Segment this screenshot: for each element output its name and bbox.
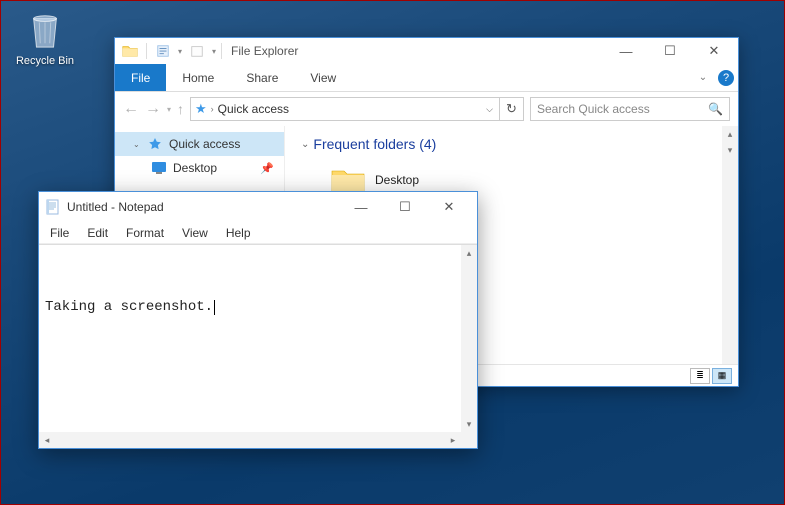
expand-ribbon-icon[interactable]: ⌄ — [692, 64, 714, 91]
refresh-button[interactable]: ↻ — [500, 97, 524, 121]
recycle-bin-desktop-icon[interactable]: Recycle Bin — [15, 9, 75, 67]
scroll-up-icon[interactable]: ▴ — [461, 245, 477, 261]
quick-access-star-icon: ★ — [195, 101, 207, 117]
content-scrollbar[interactable]: ▴ ▾ — [722, 126, 738, 364]
notepad-title: Untitled - Notepad — [67, 200, 164, 214]
folder-icon — [120, 41, 140, 61]
minimize-button[interactable]: — — [604, 38, 648, 64]
separator — [221, 43, 222, 59]
view-icons-button[interactable]: ▦ — [712, 368, 732, 384]
explorer-titlebar[interactable]: ▾ ▾ File Explorer — ☐ ✕ — [115, 38, 738, 64]
menu-edit[interactable]: Edit — [80, 224, 115, 242]
notepad-textarea[interactable]: Taking a screenshot. — [39, 245, 461, 432]
help-button[interactable]: ? — [714, 64, 738, 91]
nav-back-button[interactable]: ← — [123, 100, 139, 118]
menu-view[interactable]: View — [175, 224, 215, 242]
recycle-bin-icon — [26, 9, 64, 51]
text-cursor — [214, 300, 215, 315]
section-frequent-folders[interactable]: ⌄ Frequent folders (4) — [301, 136, 722, 152]
notepad-menubar: File Edit Format View Help — [39, 222, 477, 244]
notepad-titlebar[interactable]: Untitled - Notepad — ☐ ✕ — [39, 192, 477, 222]
close-button[interactable]: ✕ — [692, 38, 736, 64]
menu-help[interactable]: Help — [219, 224, 258, 242]
recycle-bin-label: Recycle Bin — [15, 55, 75, 67]
notepad-window: Untitled - Notepad — ☐ ✕ File Edit Forma… — [38, 191, 478, 449]
folder-icon — [331, 166, 365, 194]
nav-desktop-label: Desktop — [173, 161, 217, 175]
folder-label: Desktop — [375, 173, 419, 187]
tab-file[interactable]: File — [115, 64, 166, 91]
address-location: Quick access — [218, 102, 289, 116]
nav-desktop[interactable]: Desktop 📌 — [115, 156, 284, 180]
minimize-button[interactable]: — — [339, 193, 383, 221]
window-title: File Explorer — [231, 44, 298, 58]
pin-icon[interactable]: 📌 — [260, 162, 274, 175]
address-bar[interactable]: ★ › Quick access ⌵ — [190, 97, 500, 121]
address-row: ← → ▾ ↑ ★ › Quick access ⌵ ↻ Search Quic… — [115, 92, 738, 126]
menu-format[interactable]: Format — [119, 224, 171, 242]
scroll-left-icon[interactable]: ◂ — [39, 432, 55, 448]
tab-share[interactable]: Share — [230, 64, 294, 91]
scroll-corner — [461, 432, 477, 448]
notepad-icon — [45, 199, 61, 215]
nav-history-dropdown[interactable]: ▾ — [167, 105, 171, 114]
search-placeholder: Search Quick access — [537, 102, 650, 116]
separator — [146, 43, 147, 59]
qat-dropdown-icon[interactable]: ▾ — [212, 47, 216, 56]
collapse-icon[interactable]: ⌄ — [133, 140, 141, 149]
chevron-right-icon: › — [211, 104, 214, 114]
nav-forward-button[interactable]: → — [145, 100, 161, 118]
maximize-button[interactable]: ☐ — [648, 38, 692, 64]
scroll-up-icon[interactable]: ▴ — [722, 126, 738, 142]
tab-home[interactable]: Home — [166, 64, 230, 91]
horizontal-scrollbar[interactable]: ◂ ▸ — [39, 432, 477, 448]
maximize-button[interactable]: ☐ — [383, 193, 427, 221]
notepad-text: Taking a screenshot. — [45, 299, 213, 315]
new-folder-qat-icon[interactable] — [187, 41, 207, 61]
star-icon — [147, 136, 163, 152]
scroll-down-icon[interactable]: ▾ — [722, 142, 738, 158]
view-details-button[interactable]: ≣ — [690, 368, 710, 384]
properties-qat-icon[interactable] — [153, 41, 173, 61]
tab-view[interactable]: View — [294, 64, 352, 91]
scroll-down-icon[interactable]: ▾ — [461, 416, 477, 432]
desktop-icon — [151, 160, 167, 176]
close-button[interactable]: ✕ — [427, 193, 471, 221]
section-title: Frequent folders (4) — [313, 136, 436, 152]
address-dropdown-icon[interactable]: ⌵ — [486, 104, 495, 115]
nav-quick-access-label: Quick access — [169, 137, 240, 151]
help-icon: ? — [718, 70, 734, 86]
nav-quick-access[interactable]: ⌄ Quick access — [115, 132, 284, 156]
search-input[interactable]: Search Quick access 🔍 — [530, 97, 730, 121]
search-icon: 🔍 — [708, 102, 723, 116]
ribbon-tabs: File Home Share View ⌄ ? — [115, 64, 738, 92]
menu-file[interactable]: File — [43, 224, 76, 242]
section-collapse-icon[interactable]: ⌄ — [301, 139, 309, 150]
vertical-scrollbar[interactable]: ▴ ▾ — [461, 245, 477, 432]
nav-up-button[interactable]: ↑ — [177, 101, 184, 117]
scroll-right-icon[interactable]: ▸ — [445, 432, 461, 448]
folder-item-desktop[interactable]: Desktop — [331, 166, 722, 194]
chevron-down-icon[interactable]: ▾ — [178, 47, 182, 56]
